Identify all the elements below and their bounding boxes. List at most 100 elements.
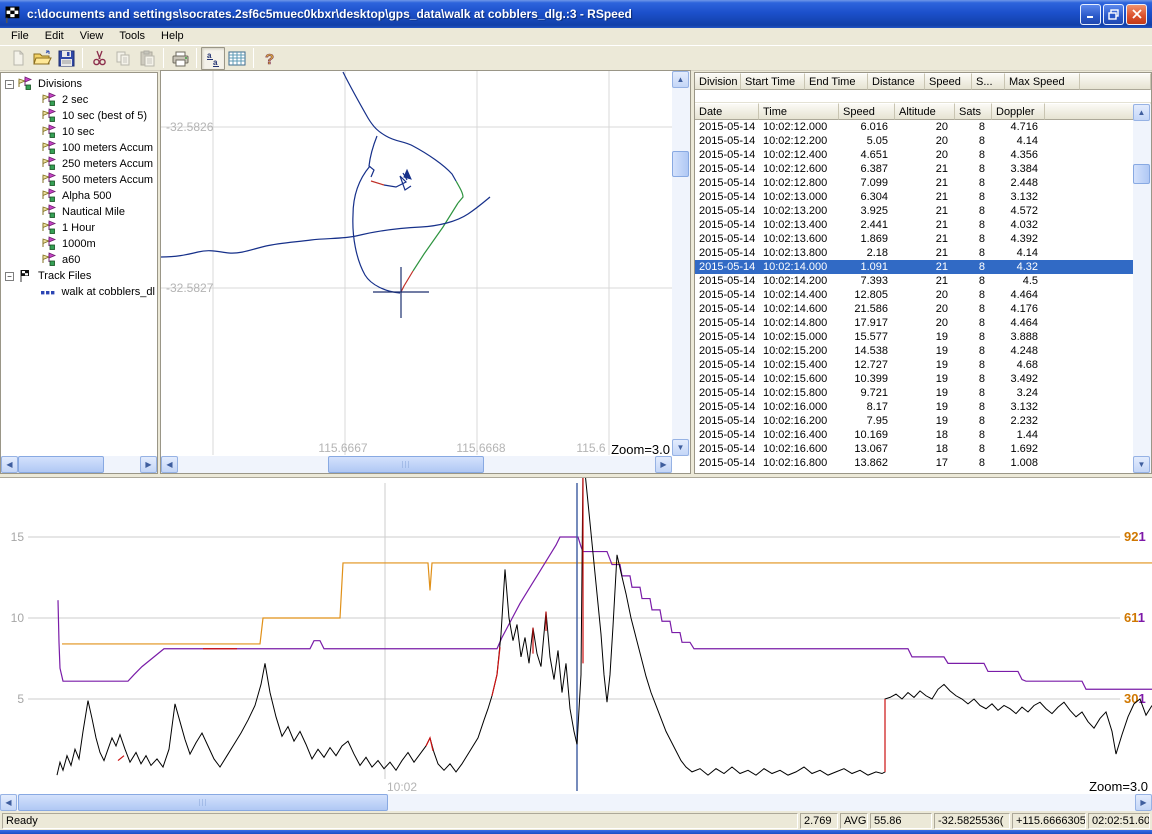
gps-track-map[interactable]: -32.5826-32.5827115.6667115.6668115.6Zoo… [161,71,672,456]
cell-date: 2015-05-14 [695,330,759,344]
tree-expander[interactable]: − [5,80,14,89]
tree-item-label: Track Files [36,270,93,282]
division-icon [41,92,57,108]
scroll-up-button[interactable]: ▲ [672,71,689,88]
table-row[interactable]: 2015-05-1410:02:13.6001.8692184.392 [695,232,1151,246]
scroll-up-button[interactable]: ▲ [1133,104,1150,121]
sidebar-item-1000m[interactable]: 1000m [1,236,157,252]
table-row[interactable]: 2015-05-1410:02:14.40012.8052084.464 [695,288,1151,302]
table-row[interactable]: 2015-05-1410:02:16.60013.0671881.692 [695,442,1151,456]
table-row[interactable]: 2015-05-1410:02:16.2007.951982.232 [695,414,1151,428]
new-button[interactable] [6,47,30,70]
scroll-down-button[interactable]: ▼ [672,439,689,456]
cell-doppler: 4.392 [992,232,1045,246]
column-header-altitude[interactable]: Altitude [895,103,955,120]
scroll-right-button[interactable]: ▶ [1135,794,1152,811]
table-row[interactable]: 2015-05-1410:02:15.40012.7271984.68 [695,358,1151,372]
sidebar-item-100-meters-accum[interactable]: 100 meters Accum [1,140,157,156]
sidebar-item-2-sec[interactable]: 2 sec [1,92,157,108]
scroll-left-button[interactable]: ◀ [1,456,18,473]
table-row[interactable]: 2015-05-1410:02:16.40010.1691881.44 [695,428,1151,442]
menu-view[interactable]: View [72,29,112,44]
division-column-start-time[interactable]: Start Time [741,73,805,90]
sidebar-item-1-hour[interactable]: 1 Hour [1,220,157,236]
column-header-speed[interactable]: Speed [839,103,895,120]
table-row[interactable]: 2015-05-1410:02:14.2007.3932184.5 [695,274,1151,288]
table-row[interactable]: 2015-05-1410:02:14.0001.0912184.32 [695,260,1151,274]
grid-view-button[interactable] [225,47,249,70]
split-view-button[interactable]: aa [201,47,225,70]
speed-altitude-chart[interactable]: 5101510:02921611301Zoom=3.0 [0,478,1152,794]
table-row[interactable]: 2015-05-1410:02:13.4002.4412184.032 [695,218,1151,232]
table-row[interactable]: 2015-05-1410:02:16.0008.171983.132 [695,400,1151,414]
help-button[interactable]: ? [258,47,282,70]
table-row[interactable]: 2015-05-1410:02:14.80017.9172084.464 [695,316,1151,330]
close-button[interactable] [1126,4,1147,25]
menu-tools[interactable]: Tools [111,29,153,44]
table-row[interactable]: 2015-05-1410:02:16.80013.8621781.008 [695,456,1151,470]
sidebar-item-250-meters-accum[interactable]: 250 meters Accum [1,156,157,172]
map-vertical-scrollbar[interactable]: ▲ ▼ [672,71,690,456]
scroll-thumb[interactable] [1133,164,1150,184]
tree-expander[interactable]: − [5,272,14,281]
column-header-doppler[interactable]: Doppler [992,103,1045,120]
sidebar-item-nautical-mile[interactable]: Nautical Mile [1,204,157,220]
save-button[interactable] [54,47,78,70]
sidebar-item-10-sec-best-of-5-[interactable]: 10 sec (best of 5) [1,108,157,124]
chart-horizontal-scrollbar[interactable]: ◀ ||| ▶ [0,794,1152,811]
table-row[interactable]: 2015-05-1410:02:12.0006.0162084.716 [695,120,1151,134]
division-list-body[interactable] [695,90,1151,103]
scroll-left-button[interactable]: ◀ [161,456,178,473]
scroll-thumb[interactable] [18,456,104,473]
print-button[interactable] [168,47,192,70]
sidebar-item-a60[interactable]: a60 [1,252,157,268]
table-row[interactable]: 2015-05-1410:02:15.20014.5381984.248 [695,344,1151,358]
open-button[interactable] [30,47,54,70]
restore-button[interactable] [1103,4,1124,25]
division-column-division[interactable]: Division [695,73,741,90]
sidebar-item-divisions[interactable]: −Divisions [1,76,157,92]
sidebar-item-track-files[interactable]: − Track Files [1,268,157,284]
division-column-s-[interactable]: S... [972,73,1005,90]
table-row[interactable]: 2015-05-1410:02:13.8002.182184.14 [695,246,1151,260]
column-header-time[interactable]: Time [759,103,839,120]
sidebar-item-10-sec[interactable]: 10 sec [1,124,157,140]
division-column-distance[interactable]: Distance [868,73,925,90]
table-row[interactable]: 2015-05-1410:02:12.2005.052084.14 [695,134,1151,148]
menu-file[interactable]: File [3,29,37,44]
division-column-speed[interactable]: Speed [925,73,972,90]
menu-edit[interactable]: Edit [37,29,72,44]
sidebar-item-alpha-500[interactable]: Alpha 500 [1,188,157,204]
cell-speed: 15.577 [839,330,895,344]
copy-button[interactable] [111,47,135,70]
division-column-max-speed[interactable]: Max Speed [1005,73,1080,90]
scroll-thumb[interactable]: ||| [328,456,484,473]
scroll-thumb[interactable]: ||| [18,794,388,811]
sidebar-item-walk-at-cobblers-dl[interactable]: walk at cobblers_dl [1,284,157,300]
table-row[interactable]: 2015-05-1410:02:15.8009.7211983.24 [695,386,1151,400]
paste-button[interactable] [135,47,159,70]
scroll-thumb[interactable] [672,151,689,177]
scroll-right-button[interactable]: ▶ [140,456,157,473]
table-row[interactable]: 2015-05-1410:02:12.8007.0992182.448 [695,176,1151,190]
scroll-left-button[interactable]: ◀ [0,794,17,811]
menu-help[interactable]: Help [153,29,192,44]
scroll-right-button[interactable]: ▶ [655,456,672,473]
division-column-end-time[interactable]: End Time [805,73,868,90]
table-row[interactable]: 2015-05-1410:02:12.4004.6512084.356 [695,148,1151,162]
minimize-button[interactable] [1080,4,1101,25]
cut-button[interactable] [87,47,111,70]
tree-horizontal-scrollbar[interactable]: ◀ ▶ [1,456,157,473]
table-row[interactable]: 2015-05-1410:02:15.60010.3991983.492 [695,372,1151,386]
sidebar-item-500-meters-accum[interactable]: 500 meters Accum [1,172,157,188]
table-row[interactable]: 2015-05-1410:02:12.6006.3872183.384 [695,162,1151,176]
scroll-down-button[interactable]: ▼ [1133,456,1150,473]
table-row[interactable]: 2015-05-1410:02:15.00015.5771983.888 [695,330,1151,344]
table-row[interactable]: 2015-05-1410:02:13.2003.9252184.572 [695,204,1151,218]
map-horizontal-scrollbar[interactable]: ◀ ||| ▶ [161,456,672,473]
table-vertical-scrollbar[interactable]: ▲ ▼ [1133,104,1151,473]
column-header-date[interactable]: Date [695,103,759,120]
table-row[interactable]: 2015-05-1410:02:13.0006.3042183.132 [695,190,1151,204]
table-row[interactable]: 2015-05-1410:02:14.60021.5862084.176 [695,302,1151,316]
column-header-sats[interactable]: Sats [955,103,992,120]
